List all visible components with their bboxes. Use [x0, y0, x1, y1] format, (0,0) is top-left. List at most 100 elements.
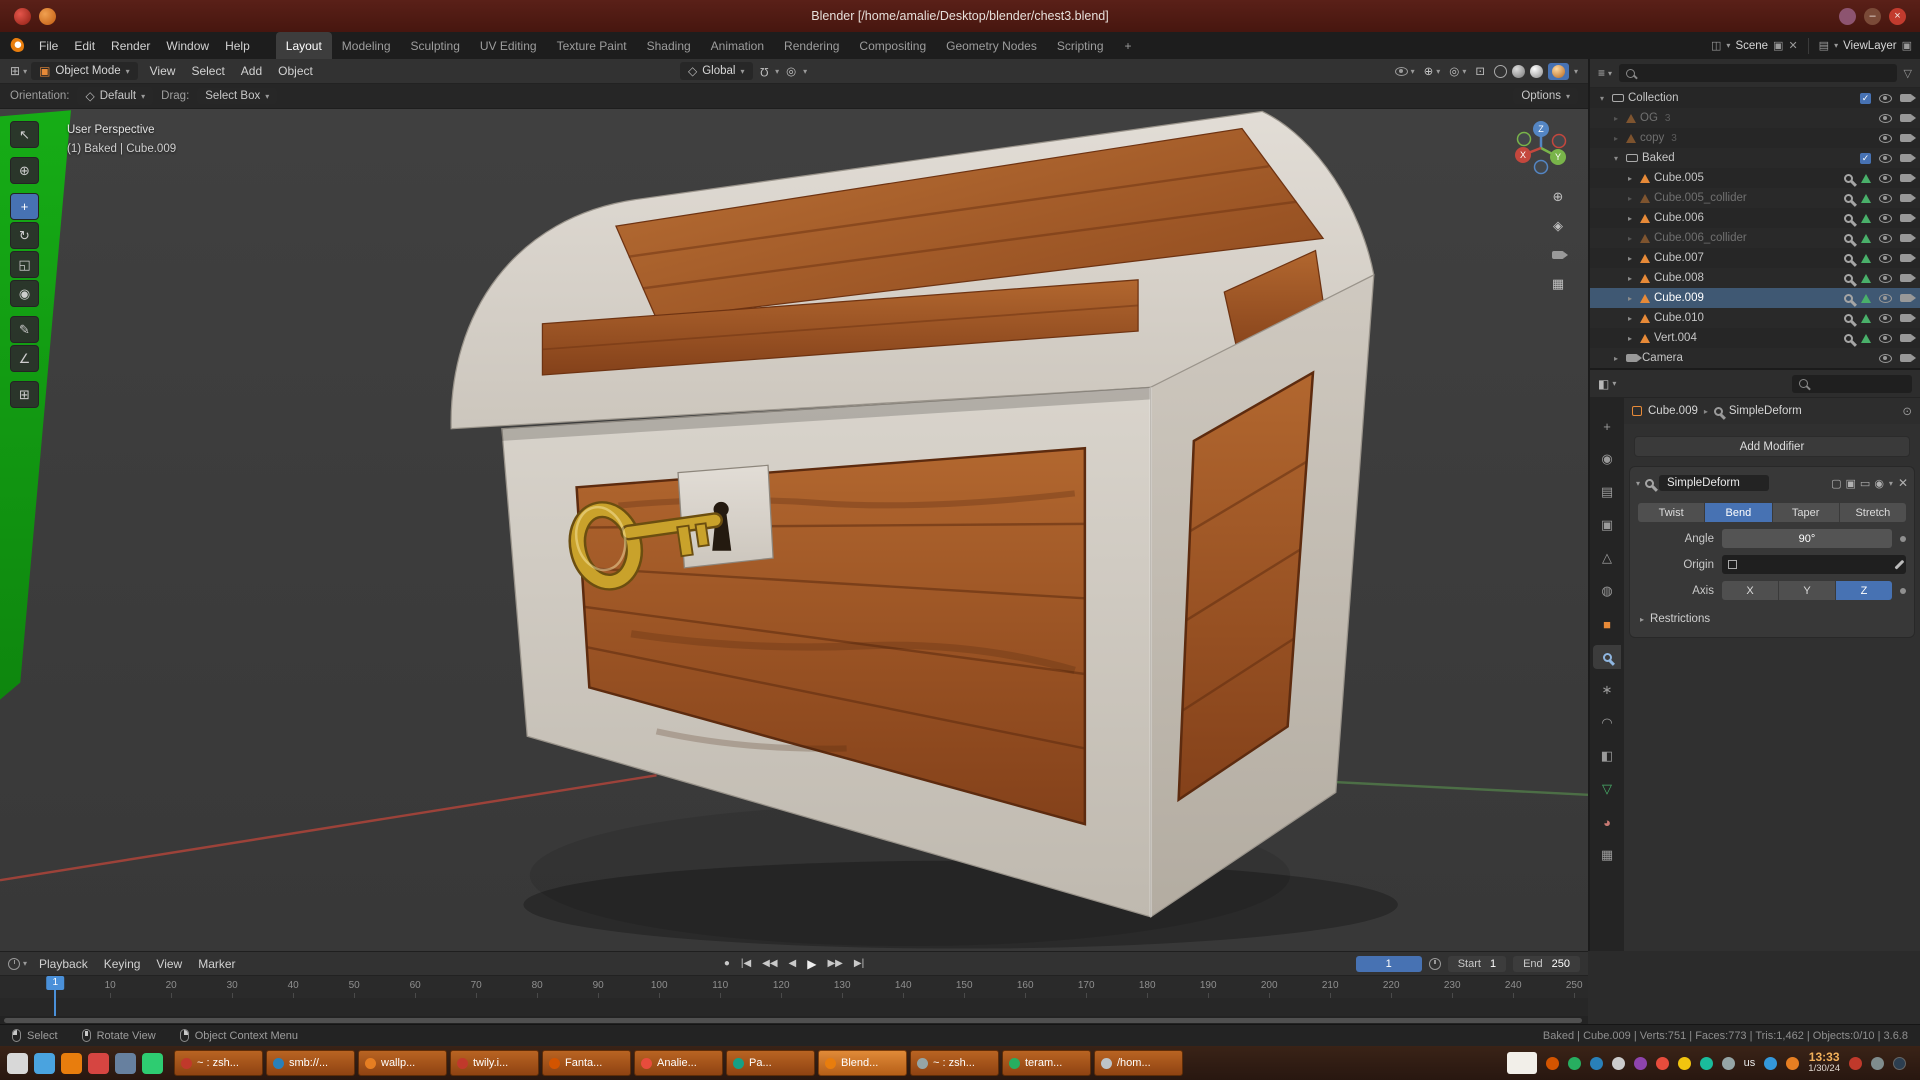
viewport-menu-object[interactable]: Object: [270, 61, 321, 81]
workspace-tab-texture-paint[interactable]: Texture Paint: [547, 32, 637, 59]
taskbar-window-twily-i-[interactable]: twily.i...: [450, 1050, 539, 1076]
timeline-ruler[interactable]: 1020304050607080901001101201301401501601…: [0, 976, 1588, 998]
tray-icon[interactable]: [1568, 1057, 1581, 1070]
disable-render-icon[interactable]: [1900, 174, 1912, 182]
3d-viewport[interactable]: User Perspective (1) Baked | Cube.009 ↖⊕…: [0, 109, 1588, 951]
options-dropdown[interactable]: Options▾: [1513, 88, 1578, 104]
orientation-dropdown[interactable]: ◇Default▾: [77, 87, 153, 105]
editor-type-button[interactable]: ⊞▾: [10, 64, 27, 78]
disable-render-icon[interactable]: [1900, 354, 1912, 362]
outliner-row-Cube.008[interactable]: ▸Cube.008: [1590, 268, 1920, 288]
taskbar-window-pa-[interactable]: Pa...: [726, 1050, 815, 1076]
workspace-tab-rendering[interactable]: Rendering: [774, 32, 849, 59]
launcher-icon[interactable]: [34, 1053, 55, 1074]
distro-menu-icon[interactable]: [14, 8, 31, 25]
hide-eye-icon[interactable]: [1879, 174, 1892, 183]
jump-end-button[interactable]: ▶|: [854, 958, 864, 969]
select-box-tool[interactable]: ↖: [10, 121, 39, 148]
tray-icon[interactable]: [1700, 1057, 1713, 1070]
tray-icon[interactable]: [1786, 1057, 1799, 1070]
timeline-tracks[interactable]: [0, 998, 1588, 1016]
navigation-gizmo[interactable]: Z Y X: [1508, 115, 1574, 181]
disable-render-icon[interactable]: [1900, 294, 1912, 302]
hide-eye-icon[interactable]: [1879, 234, 1892, 243]
timeline-menu-view[interactable]: View: [148, 954, 190, 974]
current-frame-field[interactable]: 1: [1356, 956, 1422, 972]
viewport-menu-view[interactable]: View: [142, 61, 184, 81]
disable-render-icon[interactable]: [1900, 234, 1912, 242]
disable-render-icon[interactable]: [1900, 334, 1912, 342]
snap-dropdown[interactable]: ▾: [775, 67, 779, 76]
viewlayer-dropdown-icon[interactable]: ▾: [1834, 41, 1838, 50]
properties-tab-data[interactable]: ▽: [1593, 777, 1621, 801]
rotate-tool[interactable]: ↻: [10, 222, 39, 249]
perspective-toggle-icon[interactable]: ▦: [1548, 274, 1568, 294]
workspace-tab-animation[interactable]: Animation: [701, 32, 774, 59]
playhead-frame-label[interactable]: 1: [47, 976, 65, 990]
workspace-tab-compositing[interactable]: Compositing: [849, 32, 936, 59]
menu-render[interactable]: Render: [103, 36, 158, 56]
disable-render-icon[interactable]: [1900, 134, 1912, 142]
outliner-row-Baked[interactable]: ▾Baked✓: [1590, 148, 1920, 168]
taskbar-window-wallp-[interactable]: wallp...: [358, 1050, 447, 1076]
proportional-dropdown[interactable]: ▾: [803, 67, 807, 76]
use-preview-range-icon[interactable]: [1429, 958, 1441, 970]
properties-tab-modifiers[interactable]: [1593, 645, 1621, 669]
xray-toggle[interactable]: ⊡: [1475, 64, 1485, 78]
transform-orientation-dropdown[interactable]: ◇Global▾: [680, 62, 753, 80]
display-cage-toggle[interactable]: ▣: [1846, 477, 1856, 490]
zoom-icon[interactable]: ⊕: [1548, 187, 1568, 207]
proportional-edit-toggle[interactable]: ◎: [786, 64, 796, 78]
measure-tool[interactable]: ∠: [10, 345, 39, 372]
breadcrumb-modifier[interactable]: SimpleDeform: [1729, 405, 1802, 417]
tray-icon[interactable]: [1764, 1057, 1777, 1070]
disable-render-icon[interactable]: [1900, 194, 1912, 202]
disable-render-icon[interactable]: [1900, 214, 1912, 222]
pin-icon[interactable]: ⊙: [1902, 404, 1912, 418]
properties-tab-constraints[interactable]: ◧: [1593, 744, 1621, 768]
tray-icon[interactable]: [1722, 1057, 1735, 1070]
show-overlays-toggle[interactable]: ◎▾: [1449, 64, 1466, 78]
timeline-menu-playback[interactable]: Playback: [31, 954, 96, 974]
camera-view-icon[interactable]: [1548, 245, 1568, 265]
tray-icon[interactable]: [1678, 1057, 1691, 1070]
axis-z-button[interactable]: Z: [1836, 581, 1892, 600]
properties-tab-view-layer[interactable]: ▣: [1593, 513, 1621, 537]
outliner-search-input[interactable]: [1619, 64, 1897, 82]
hide-eye-icon[interactable]: [1879, 334, 1892, 343]
modifier-extras-dropdown[interactable]: ▾: [1889, 479, 1893, 488]
deform-mode-taper[interactable]: Taper: [1773, 503, 1840, 522]
properties-tab-object[interactable]: ■: [1593, 612, 1621, 636]
properties-tab-physics[interactable]: ◠: [1593, 711, 1621, 735]
taskbar-window-blend-[interactable]: Blend...: [818, 1050, 907, 1076]
tray-icon[interactable]: [1612, 1057, 1625, 1070]
outliner-editor-type-button[interactable]: ≡▾: [1598, 66, 1612, 80]
outliner-row-Cube.009[interactable]: ▸Cube.009: [1590, 288, 1920, 308]
viewport-menu-select[interactable]: Select: [183, 61, 232, 81]
origin-object-field[interactable]: [1722, 555, 1906, 574]
properties-tab-render[interactable]: ◉: [1593, 447, 1621, 471]
window-menu-button[interactable]: [1839, 8, 1856, 25]
tray-icon[interactable]: [1893, 1057, 1906, 1070]
scene-browse-icon[interactable]: ◫: [1711, 39, 1721, 52]
taskbar-window-smb-[interactable]: smb://...: [266, 1050, 355, 1076]
workspace-tab-shading[interactable]: Shading: [637, 32, 701, 59]
menu-help[interactable]: Help: [217, 36, 258, 56]
outliner-row-Cube.005_collider[interactable]: ▸Cube.005_collider: [1590, 188, 1920, 208]
show-gizmo-toggle[interactable]: ⊕▾: [1424, 64, 1441, 78]
tray-icon[interactable]: [1590, 1057, 1603, 1070]
launcher-icon[interactable]: [115, 1053, 136, 1074]
launcher-icon[interactable]: [142, 1053, 163, 1074]
add-workspace-button[interactable]: +: [1116, 39, 1141, 53]
hide-eye-icon[interactable]: [1879, 214, 1892, 223]
hide-eye-icon[interactable]: [1879, 314, 1892, 323]
shading-rendered-button[interactable]: [1548, 63, 1569, 80]
tray-icon[interactable]: [1656, 1057, 1669, 1070]
scale-tool[interactable]: ◱: [10, 251, 39, 278]
properties-editor-type-button[interactable]: ◧▾: [1598, 377, 1616, 391]
properties-tab-tool[interactable]: +: [1593, 414, 1621, 438]
hide-eye-icon[interactable]: [1879, 94, 1892, 103]
workspace-tab-uv-editing[interactable]: UV Editing: [470, 32, 547, 59]
deform-mode-twist[interactable]: Twist: [1638, 503, 1705, 522]
properties-tab-output[interactable]: ▤: [1593, 480, 1621, 504]
